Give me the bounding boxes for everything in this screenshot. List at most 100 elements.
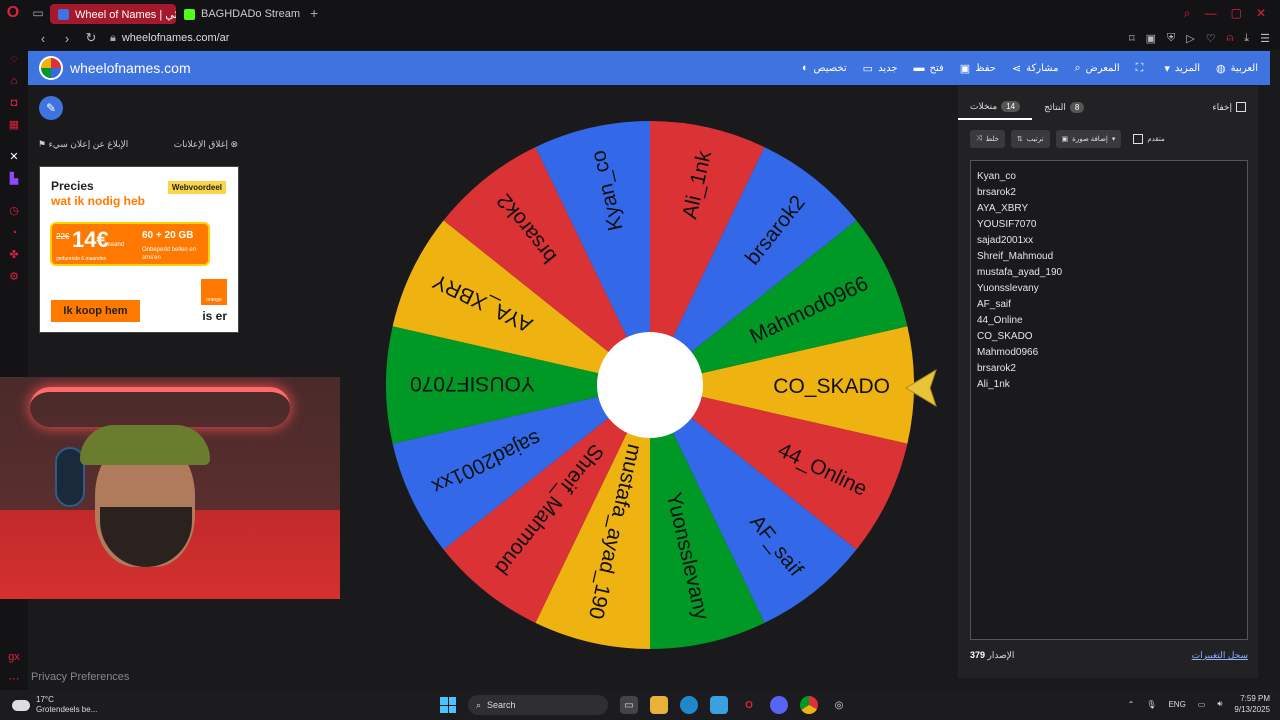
extensions-icon[interactable]: ✤ [7,248,21,262]
entry-line: brsarok2 [977,363,1016,374]
clock[interactable]: 7:59 PM 9/13/2025 [1234,693,1270,715]
neon-light [30,387,290,427]
menu-item-label: المزيد [1174,62,1201,74]
clock-date: 9/13/2025 [1234,705,1270,714]
advertisement[interactable]: Precies wat ik nodig heb Webvoordeel 22€… [39,166,239,333]
menu-item-palette[interactable]: ◐ تخصيص [802,62,847,75]
network-icon[interactable]: ▭ [1198,700,1206,709]
site-name[interactable]: wheelofnames.com [70,60,191,76]
ad-buy-button[interactable]: Ik koop hem [51,300,140,322]
menu-item-chevron-down[interactable]: ▾ المزيد [1164,62,1200,75]
menu-item-label: حفظ [975,62,996,74]
profile-icon[interactable]: ⍝ [1227,32,1234,45]
tab-entries[interactable]: منخلات 14 [958,94,1033,120]
play-icon[interactable]: ▷ [1186,32,1194,45]
url-field[interactable]: 🔒︎ wheelofnames.com/ar [110,32,229,45]
menu-item-new-file[interactable]: ▭ جديد [863,62,898,75]
menu-item-fullscreen[interactable]: ⛶ [1136,62,1149,75]
ad-subtitle: wat ik nodig heb [51,194,146,208]
sort-label: ترتيب [1026,136,1044,143]
share-icon: ⋖ [1011,62,1022,75]
report-ad-link[interactable]: ⚑ الإبلاغ عن إعلان سيء [38,139,128,150]
bookmark-icon[interactable]: ⌑ [1129,32,1135,45]
advanced-checkbox[interactable] [1133,134,1144,144]
language-indicator[interactable]: ENG [1168,700,1185,709]
menu-item-label: فتح [929,62,944,74]
tab-wheel-of-names[interactable]: Wheel of Names | عشوائي ✕ [50,4,176,24]
history-icon[interactable]: ◔ [7,226,21,240]
volume-icon[interactable]: 🔊︎ [1217,699,1222,709]
taskbar-search[interactable]: ⌕ Search [468,695,608,715]
tab-label: BAGHDADo Stream - Wat [201,8,302,20]
menu-item-search[interactable]: ⌕ المعرض [1074,62,1119,75]
adblock-icon[interactable]: ⛨ [1167,32,1175,45]
menu-item-folder[interactable]: ▬ فتح [914,62,944,75]
privacy-preferences-link[interactable]: Privacy Preferences [31,671,129,683]
weather-widget[interactable]: 17°C Grotendeels be... [12,695,97,715]
kick-icon[interactable]: ✕ [7,150,21,164]
close-window-icon[interactable]: ✕ [1256,6,1266,21]
forward-icon[interactable]: › [58,31,76,46]
back-icon[interactable]: ‹ [34,31,52,46]
settings-gear-icon[interactable]: ⚙ [7,270,21,284]
advanced-toggle[interactable]: متقدم [1133,134,1165,144]
hide-toggle[interactable]: إخفاء [1212,102,1258,113]
chevron-up-icon[interactable]: ⌃ [1128,700,1135,709]
menu-item-globe[interactable]: ◍ العربية [1216,62,1258,75]
more-icon[interactable]: ⋯ [7,672,21,686]
header-menu: ◐ تخصيص ▭ جديد ▬ فتح ▣ حفظ ⋖ مشاركة ⌕ المعرض ⛶ ▾ المزي… [802,62,1270,75]
heart-icon[interactable]: ♡ [1206,32,1216,45]
tab-baghdado-stream[interactable]: BAGHDADo Stream - Wat [176,4,302,24]
cloud-icon [12,699,30,711]
discord-icon[interactable] [770,696,788,714]
streamer-cap [80,425,210,465]
clock-icon[interactable]: ◷ [7,204,21,218]
task-view-icon[interactable]: ▭ [620,696,638,714]
maximize-icon[interactable]: ▢ [1231,6,1242,21]
tab-results-label: النتائج [1044,101,1066,112]
opera-logo-icon[interactable]: O [0,0,26,26]
add-image-button[interactable]: ▣ إضافة صورة ▾ [1055,130,1122,148]
menu-item-save[interactable]: ▣ حفظ [960,62,996,75]
shuffle-icon: ⤨ [976,135,982,142]
edge-icon[interactable] [680,696,698,714]
opera-gx-icon[interactable]: O [740,696,758,714]
entry-line: Mahmod0966 [977,347,1039,358]
edit-pencil-button[interactable]: ✎ [39,96,63,120]
site-logo-icon[interactable] [39,56,63,80]
entries-panel: منخلات 14 النتائج 8 إخفاء ⤨ خلط ⇅ ترتيب ▣ إ… [958,86,1258,678]
snapshot-icon[interactable]: ▣ [1146,32,1156,45]
chrome-icon[interactable] [800,696,818,714]
gx-corner-icon[interactable]: ⌂ [7,74,21,88]
hide-checkbox[interactable] [1236,102,1246,112]
easy-setup-icon[interactable]: ☰ [1260,32,1270,45]
download-icon[interactable]: ⤓ [1244,32,1249,45]
tab-results[interactable]: النتائج 8 [1032,94,1096,120]
player-icon[interactable]: ▦ [7,118,21,132]
wheel-center-button[interactable] [597,332,703,438]
taskbar-apps: ⌕ Search ▭ O ◎ [440,695,848,715]
tab-menu-icon[interactable]: ▭ [26,0,50,26]
gx-logo-icon[interactable]: gx [7,650,21,664]
entries-textbox[interactable]: Kyan_co brsarok2 AYA_XBRY YOUSIF7070 sajad20… [970,160,1248,640]
store-icon[interactable] [710,696,728,714]
microphone-icon[interactable]: 🎙︎ [1146,700,1156,709]
twitch-icon[interactable]: ▙ [7,172,21,186]
messenger-icon[interactable]: ◘ [7,96,21,110]
minimize-icon[interactable]: — [1205,6,1217,21]
shuffle-button[interactable]: ⤨ خلط [970,130,1005,148]
menu-item-share[interactable]: ⋖ مشاركة [1012,62,1059,75]
obs-icon[interactable]: ◎ [830,696,848,714]
sort-button[interactable]: ⇅ ترتيب [1010,130,1050,148]
new-tab-button[interactable]: + [310,5,318,21]
entry-line: AYA_XBRY [977,203,1029,214]
changelog-link[interactable]: سجل التغييرات [1192,650,1248,661]
name-wheel[interactable]: CO_SKADO44_OnlineAF_saifYuonsslevanymust… [384,119,916,651]
search-tabs-icon[interactable]: ⌕ [1184,6,1191,21]
aria-icon[interactable]: ◌ [7,52,21,66]
ad-per-month: /maand [104,242,125,248]
windows-start-icon[interactable] [440,697,456,713]
file-explorer-icon[interactable] [650,696,668,714]
close-ads-link[interactable]: إغلاق الإعلانات ⊗ [174,139,238,150]
reload-icon[interactable]: ↻ [82,30,100,46]
